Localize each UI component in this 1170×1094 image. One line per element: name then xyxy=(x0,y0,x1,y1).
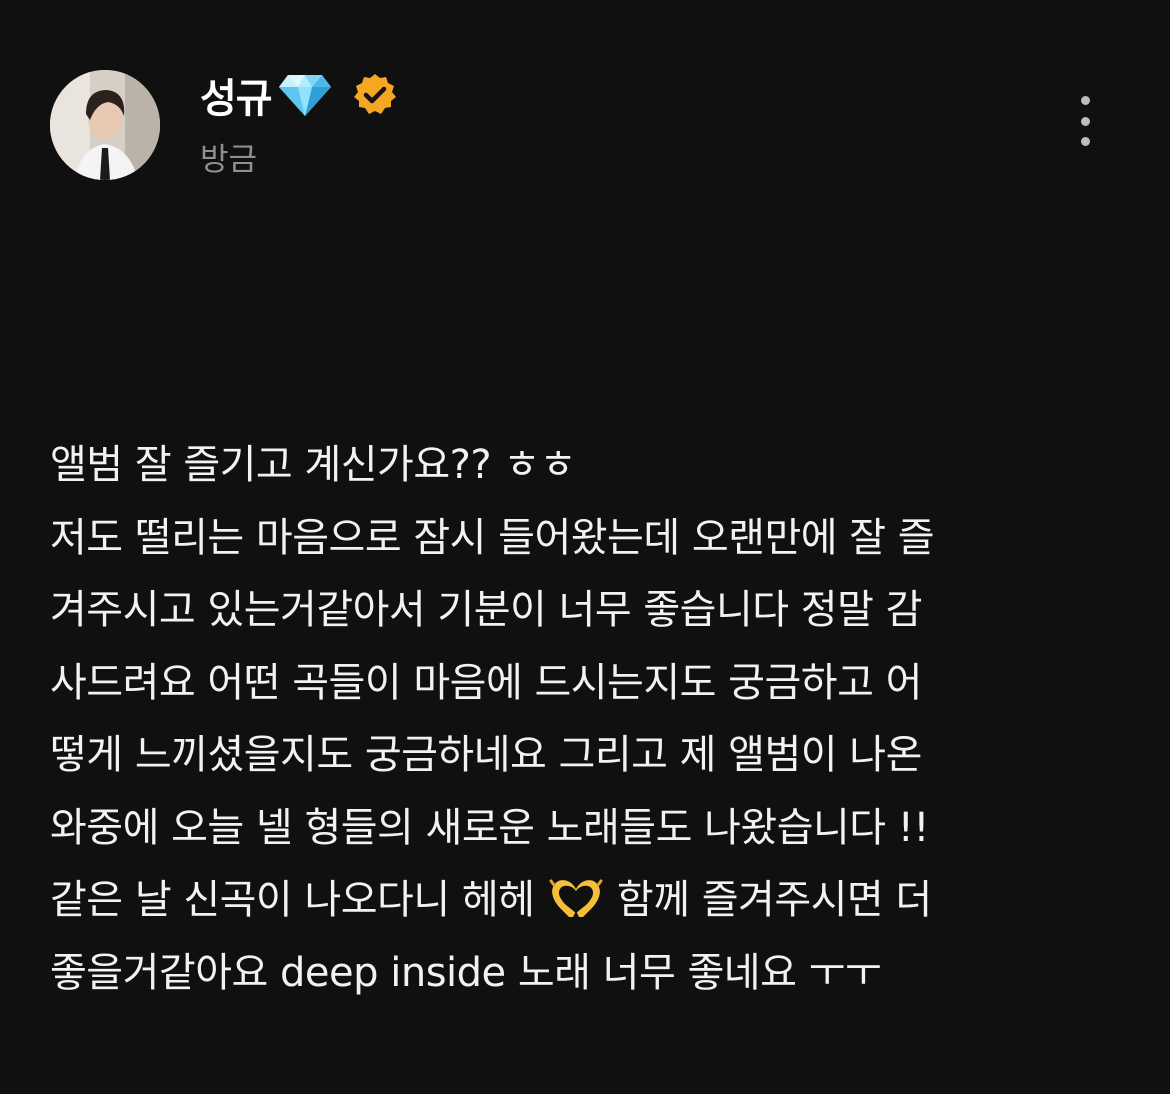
more-vertical-icon[interactable] xyxy=(1070,96,1100,146)
post-text-line: 와중에 오늘 넬 형들의 새로운 노래들도 나왔습니다 !! xyxy=(50,804,929,851)
post-text-line: 저도 떨리는 마음으로 잠시 들어왔는데 오랜만에 잘 즐 xyxy=(50,514,935,561)
gem-icon xyxy=(278,73,332,117)
more-dot xyxy=(1080,116,1090,126)
avatar[interactable] xyxy=(50,70,160,180)
author-name[interactable]: 성규 xyxy=(200,66,273,124)
more-dot xyxy=(1080,137,1090,146)
post-time: 방금 xyxy=(200,142,258,178)
post-text-line: 좋을거같아요 deep inside 노래 너무 좋네요 ㅜㅜ xyxy=(50,949,882,996)
author-row: 성규 xyxy=(200,70,398,122)
post-text-line: 앨범 잘 즐기고 계신가요?? ㅎㅎ xyxy=(50,442,576,488)
post-text-line: 사드려요 어떤 곡들이 마음에 드시는지도 궁금하고 어 xyxy=(50,659,922,706)
verified-badge-icon xyxy=(352,72,398,118)
post-text-segment: 같은 날 신곡이 나오다니 헤헤 xyxy=(50,877,547,923)
post-text-line: 같은 날 신곡이 나오다니 헤헤 함께 즐겨주시면 더 xyxy=(50,864,1130,937)
post-body: 앨범 잘 즐기고 계신가요?? ㅎㅎ 저도 떨리는 마음으로 잠시 들어왔는데 … xyxy=(50,429,1130,1009)
post-header: 성규 방금 xyxy=(50,70,1120,182)
post-text-segment: 함께 즐겨주시면 더 xyxy=(604,877,932,923)
more-dot xyxy=(1080,96,1090,105)
author-block: 성규 방금 xyxy=(200,70,398,179)
post-text-line: 떻게 느끼셨을지도 궁금하네요 그리고 제 앨범이 나온 xyxy=(50,732,922,778)
post-text-line: 겨주시고 있는거같아서 기분이 너무 좋습니다 정말 감 xyxy=(50,587,922,633)
heart-hands-emoji xyxy=(547,870,605,917)
